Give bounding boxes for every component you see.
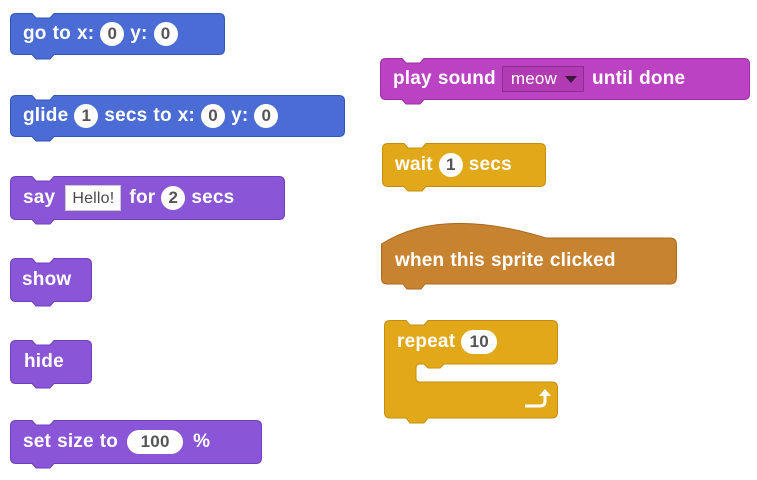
block-label: hide — [24, 351, 64, 372]
block-label: wait — [395, 154, 433, 175]
set-size-block[interactable]: set size to 100 % — [10, 420, 262, 470]
block-label: say — [23, 187, 56, 208]
wait-secs-block[interactable]: wait 1 secs — [382, 143, 546, 193]
y-input[interactable]: 0 — [153, 22, 178, 46]
x-input[interactable]: 0 — [201, 104, 226, 128]
block-label: to — [99, 431, 119, 452]
glide-block[interactable]: glide 1 secs to x: 0 y: 0 — [10, 95, 345, 143]
block-label: play — [393, 68, 432, 89]
dropdown-arrow-icon — [564, 75, 577, 83]
sound-dropdown-value: meow — [510, 69, 557, 88]
block-label: x: — [177, 105, 196, 126]
repeat-block[interactable]: repeat 10 — [384, 320, 560, 426]
block-label: sound — [437, 68, 496, 89]
secs-input[interactable]: 2 — [161, 186, 186, 210]
block-label: y: — [130, 23, 148, 44]
block-label: glide — [23, 105, 69, 126]
size-input[interactable]: 100 — [127, 430, 184, 454]
block-label: to — [52, 23, 71, 44]
y-input[interactable]: 0 — [254, 104, 279, 128]
block-label: this — [450, 250, 485, 271]
block-label: done — [639, 68, 686, 89]
block-label: clicked — [549, 250, 616, 271]
block-label: go — [23, 23, 47, 44]
block-label: secs — [191, 187, 235, 208]
secs-input[interactable]: 1 — [74, 104, 99, 128]
block-label: show — [22, 269, 72, 290]
x-input[interactable]: 0 — [100, 22, 125, 46]
when-sprite-clicked-hat-block[interactable]: when this sprite clicked — [381, 214, 677, 292]
count-input[interactable]: 10 — [461, 330, 498, 354]
block-label: sprite — [490, 250, 544, 271]
block-label: size — [57, 431, 94, 452]
block-label: repeat — [397, 331, 456, 352]
secs-input[interactable]: 1 — [438, 153, 463, 177]
block-label: set — [23, 431, 52, 452]
block-label: x: — [76, 23, 95, 44]
block-label: secs — [468, 154, 512, 175]
hide-block[interactable]: hide — [10, 340, 92, 390]
go-to-xy-block[interactable]: go to x: 0 y: 0 — [10, 13, 225, 61]
say-for-secs-block[interactable]: say Hello! for 2 secs — [10, 176, 285, 226]
block-label: % — [193, 431, 211, 452]
block-label: to — [153, 105, 172, 126]
block-label: when — [395, 250, 445, 271]
block-label: for — [129, 187, 156, 208]
block-label: secs — [104, 105, 148, 126]
message-input[interactable]: Hello! — [65, 185, 122, 211]
block-label: until — [591, 68, 634, 89]
sound-dropdown[interactable]: meow — [501, 66, 584, 92]
block-label: y: — [231, 105, 249, 126]
play-sound-until-done-block[interactable]: play sound meow until done — [380, 58, 750, 106]
show-block[interactable]: show — [10, 258, 92, 308]
